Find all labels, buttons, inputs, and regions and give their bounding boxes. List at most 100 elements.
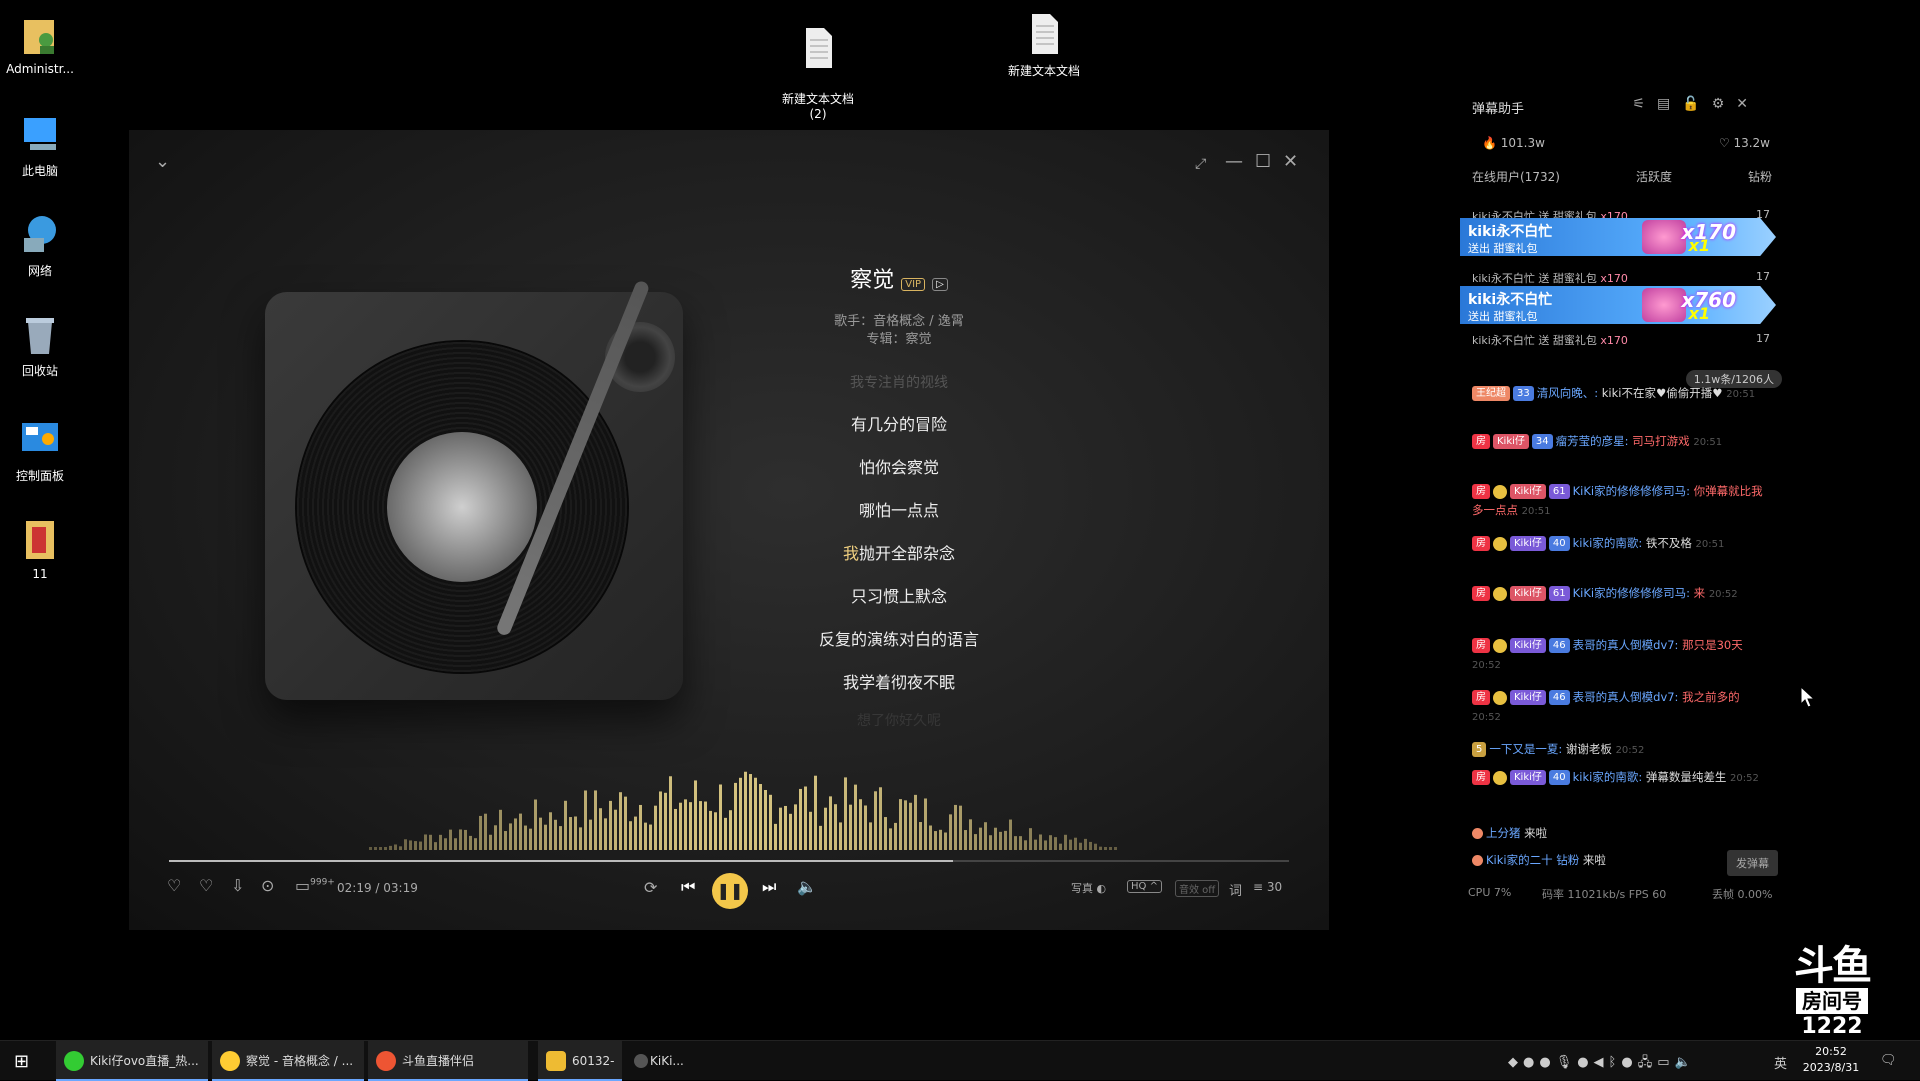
tray-owl-icon[interactable]: ● (1523, 1055, 1539, 1070)
visualizer-bar (369, 847, 372, 850)
taskbar-app-kiki-live[interactable]: Kiki仔ovo直播_热... (56, 1041, 208, 1081)
desktop-icon-11[interactable]: 11 (0, 515, 80, 581)
taskbar: ⊞ Kiki仔ovo直播_热... 察觉 - 音格概念 / ... 斗鱼直播伴侣… (0, 1040, 1920, 1081)
photo-mode-toggle[interactable]: 写真 ◐ (1071, 880, 1106, 896)
notes-icon[interactable]: ▤ (1657, 96, 1682, 112)
collapse-chevron-down-icon[interactable]: ⌄ (155, 152, 170, 172)
repeat-icon[interactable]: ⟳ (644, 878, 657, 897)
panel-toolbar: ⚟▤🔓⚙✕ (1632, 96, 1760, 112)
desktop-icon-recycle-bin[interactable]: 回收站 (0, 310, 80, 379)
taskbar-app-kiki[interactable]: KiKi... (626, 1041, 690, 1081)
download-icon[interactable]: ⇩ (231, 876, 244, 895)
display-icon[interactable]: ▭ (1657, 1055, 1674, 1070)
volume-icon[interactable]: 🔈 (1675, 1055, 1696, 1070)
enter-icon (1472, 828, 1483, 839)
visualizer-bar (624, 796, 627, 850)
panel-title: 弹幕助手 (1472, 102, 1525, 117)
visualizer-bar (599, 808, 602, 850)
lock-icon[interactable]: 🔓 (1682, 96, 1711, 112)
sound-effect-button[interactable]: 音效 off (1175, 880, 1220, 897)
tray-icons: ◆●●🎙●◀ᛒ●🖧▭🔈 (1508, 1053, 1696, 1075)
visualizer-bar (984, 822, 987, 850)
quality-selector[interactable]: HQ ^ (1127, 880, 1162, 893)
previous-track-icon[interactable]: ⏮ (681, 877, 695, 897)
visualizer-bar (734, 782, 737, 850)
pause-button[interactable]: ❚❚ (712, 873, 748, 909)
visualizer-bar (904, 800, 907, 850)
visualizer-bar (909, 802, 912, 850)
visualizer-bar (1014, 836, 1017, 850)
song-singer[interactable]: 歌手：音格概念 / 逸霄 (709, 310, 1089, 329)
close-icon[interactable]: ✕ (1736, 96, 1760, 112)
visualizer-bar (409, 840, 412, 850)
send-danmu-button[interactable]: 发弹幕 (1727, 850, 1778, 876)
filter-icon[interactable]: ⚟ (1632, 96, 1657, 112)
playlist-button[interactable]: ≡ 30 (1253, 880, 1282, 894)
visualizer-bar (394, 844, 397, 850)
next-track-icon[interactable]: ⏭ (762, 877, 776, 897)
taskbar-app-douyu[interactable]: 斗鱼直播伴侣 (368, 1041, 528, 1081)
visualizer-bar (559, 826, 562, 850)
visualizer-bar (819, 825, 822, 850)
song-album[interactable]: 专辑：察觉 (709, 328, 1089, 347)
tab-diamond-fans[interactable]: 钻粉 (1748, 168, 1772, 185)
visualizer-bar (1064, 834, 1067, 850)
maximize-icon[interactable]: ☐ (1255, 152, 1271, 172)
settings-gear-icon[interactable]: ⚙ (1712, 96, 1737, 112)
desktop-icon-control-panel[interactable]: 控制面板 (0, 415, 80, 484)
minimize-icon[interactable]: — (1225, 152, 1243, 172)
close-icon[interactable]: ✕ (1283, 152, 1298, 172)
tab-activity[interactable]: 活跃度 (1636, 168, 1672, 185)
gift-line: kiki永不白忙 送 甜蜜礼包 x170 17 (1472, 332, 1770, 347)
taskbar-app-music[interactable]: 察觉 - 音格概念 / ... (212, 1041, 364, 1081)
visualizer-bar (704, 801, 707, 850)
visualizer-bar (449, 829, 452, 850)
tab-online-users[interactable]: 在线用户(1732) (1472, 168, 1560, 185)
dislike-heart-icon[interactable]: ♡ (199, 876, 213, 895)
volume-icon[interactable]: 🔈 (797, 877, 817, 896)
visualizer-bar (1019, 836, 1022, 850)
visualizer-bar (379, 847, 382, 850)
visualizer-bar (1074, 837, 1077, 850)
visualizer-bar (989, 835, 992, 850)
desktop-icon-admin[interactable]: Administr... (0, 10, 80, 76)
more-icon[interactable]: ⊙ (261, 876, 274, 895)
text-document-icon (806, 28, 832, 68)
clock-time: 20:52 (1815, 1045, 1847, 1058)
bluetooth-icon[interactable]: ᛒ (1609, 1055, 1622, 1070)
notification-icon[interactable]: 🗨 (1880, 1053, 1897, 1068)
taskbar-app-60132[interactable]: 60132- (538, 1041, 622, 1081)
input-method-indicator[interactable]: 英 (1774, 1053, 1787, 1072)
desktop-icon-text-doc-2[interactable]: 新建文本文档 (2) (758, 10, 878, 121)
fang-badge-icon: 房 (1472, 536, 1490, 551)
comment-icon[interactable]: ▭999+ (295, 876, 335, 895)
lyric-toggle-button[interactable]: 词 (1229, 880, 1242, 899)
windows-start-icon[interactable]: ⊞ (14, 1051, 29, 1072)
mv-icon[interactable]: ▷ (932, 278, 948, 291)
visualizer-bar (504, 831, 507, 850)
system-clock[interactable]: 20:52 2023/8/31 (1796, 1044, 1866, 1076)
desktop-icon-network[interactable]: 网络 (0, 210, 80, 279)
visualizer-bar (929, 825, 932, 850)
playback-time: 02:19 / 03:19 (337, 881, 418, 895)
wechat-icon[interactable]: ● (1577, 1055, 1593, 1070)
progress-bar[interactable] (169, 860, 1289, 862)
visualizer-bar (644, 822, 647, 850)
desktop-icon-text-doc[interactable]: 新建文本文档 (984, 10, 1104, 79)
visualizer-bar (389, 845, 392, 850)
desktop-icon-this-pc[interactable]: 此电脑 (0, 110, 80, 179)
medal-icon (1493, 638, 1507, 653)
chat-message: 房 Kiki仔 40 kiki家的南歌: 弹幕数量纯差生 20:52 (1472, 768, 1772, 788)
music-app-icon (220, 1051, 240, 1071)
tray-arrow-icon[interactable]: ◀ (1594, 1055, 1609, 1070)
tray-app-icon[interactable]: ◆ (1508, 1055, 1523, 1070)
fullscreen-icon[interactable]: ⤢ (1195, 154, 1206, 174)
visualizer-bar (1049, 835, 1052, 850)
visualizer-bar (579, 827, 582, 850)
network-icon[interactable]: 🖧 (1638, 1055, 1658, 1070)
like-heart-icon[interactable]: ♡ (167, 876, 181, 895)
tray-douyu-icon[interactable]: ● (1539, 1055, 1555, 1070)
fang-badge-icon: 房 (1472, 434, 1490, 449)
microphone-icon[interactable]: 🎙 (1556, 1055, 1578, 1070)
tray-music-icon[interactable]: ● (1621, 1055, 1637, 1070)
